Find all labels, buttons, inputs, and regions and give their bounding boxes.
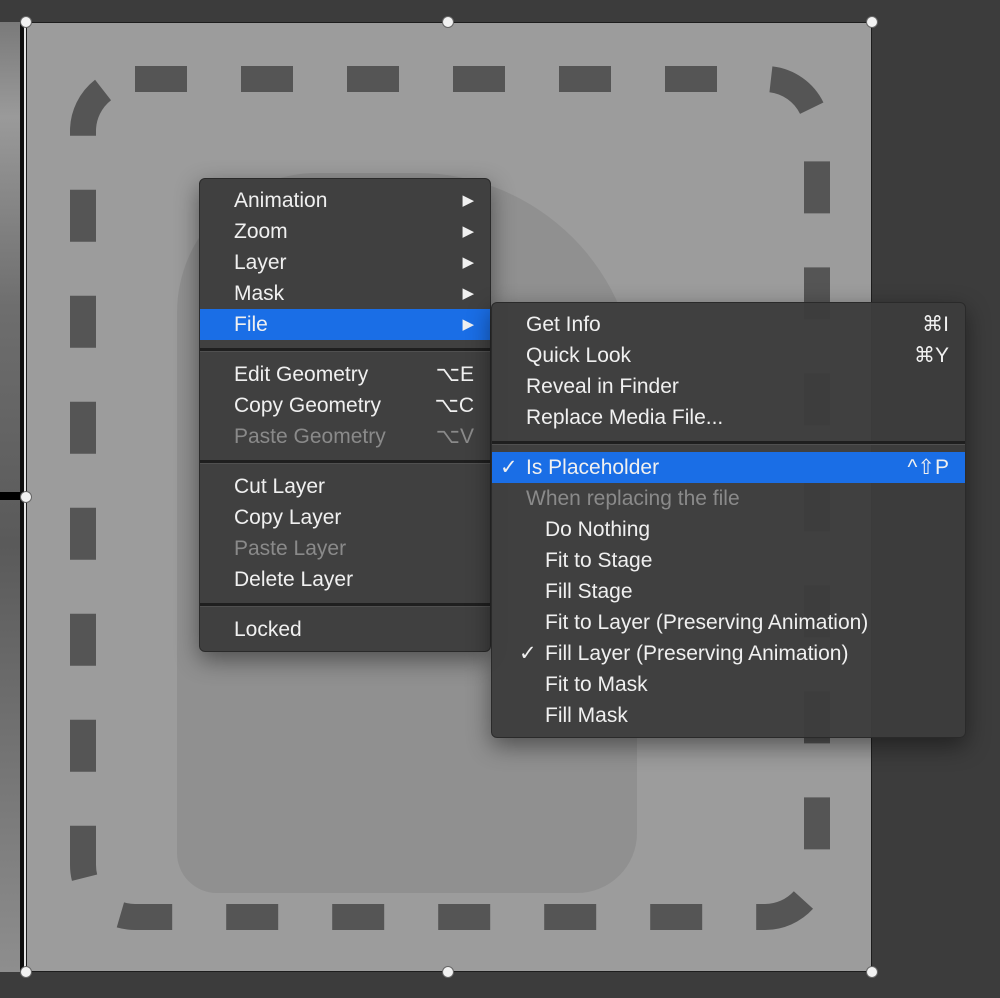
menu-item-layer[interactable]: Layer ▶	[200, 247, 490, 278]
submenu-section-header: When replacing the file	[492, 483, 965, 514]
menu-item-animation[interactable]: Animation ▶	[200, 185, 490, 216]
section-header-label: When replacing the file	[526, 487, 740, 510]
menu-item-paste-layer: Paste Layer	[200, 533, 490, 564]
submenu-item-quick-look[interactable]: Quick Look ⌘Y	[492, 340, 965, 371]
menu-item-label: Copy Geometry	[234, 394, 382, 417]
submenu-item-fit-to-stage[interactable]: Fit to Stage	[492, 545, 965, 576]
submenu-item-reveal-in-finder[interactable]: Reveal in Finder	[492, 371, 965, 402]
submenu-arrow-icon: ▶	[462, 316, 474, 333]
menu-item-label: Mask	[234, 282, 285, 305]
menu-separator	[200, 460, 490, 464]
resize-handle-top-center[interactable]	[442, 16, 454, 28]
menu-item-locked[interactable]: Locked	[200, 614, 490, 645]
menu-item-cut-layer[interactable]: Cut Layer	[200, 471, 490, 502]
resize-handle-middle-left[interactable]	[20, 491, 32, 503]
menu-item-label: Fit to Mask	[545, 673, 648, 696]
submenu-item-fit-to-layer[interactable]: Fit to Layer (Preserving Animation)	[492, 607, 965, 638]
submenu-arrow-icon: ▶	[462, 223, 474, 240]
resize-handle-bottom-left[interactable]	[20, 966, 32, 978]
menu-item-label: Paste Layer	[234, 537, 347, 560]
shortcut-label: ⌥E	[435, 363, 474, 386]
menu-item-label: Paste Geometry	[234, 425, 386, 448]
menu-item-label: Reveal in Finder	[526, 375, 679, 398]
submenu-arrow-icon: ▶	[462, 254, 474, 271]
menu-item-label: Quick Look	[526, 344, 632, 367]
menu-item-copy-layer[interactable]: Copy Layer	[200, 502, 490, 533]
menu-item-label: Copy Layer	[234, 506, 342, 529]
submenu-arrow-icon: ▶	[462, 285, 474, 302]
resize-handle-bottom-right[interactable]	[866, 966, 878, 978]
menu-item-label: Zoom	[234, 220, 288, 243]
menu-separator	[492, 441, 965, 445]
menu-separator	[200, 603, 490, 607]
menu-item-delete-layer[interactable]: Delete Layer	[200, 564, 490, 595]
shortcut-label: ⌥C	[434, 394, 474, 417]
submenu-item-fit-to-mask[interactable]: Fit to Mask	[492, 669, 965, 700]
file-submenu: Get Info ⌘I Quick Look ⌘Y Reveal in Find…	[491, 302, 966, 738]
resize-handle-top-left[interactable]	[20, 16, 32, 28]
menu-item-label: Replace Media File...	[526, 406, 724, 429]
shortcut-label: ⌥V	[435, 425, 474, 448]
menu-item-label: Layer	[234, 251, 287, 274]
menu-item-label: Delete Layer	[234, 568, 354, 591]
submenu-arrow-icon: ▶	[462, 192, 474, 209]
submenu-item-is-placeholder[interactable]: ✓ Is Placeholder ^⇧P	[492, 452, 965, 483]
submenu-item-fill-mask[interactable]: Fill Mask	[492, 700, 965, 731]
shortcut-label: ⌘Y	[913, 344, 949, 367]
menu-item-copy-geometry[interactable]: Copy Geometry ⌥C	[200, 390, 490, 421]
resize-handle-top-right[interactable]	[866, 16, 878, 28]
menu-item-label: Animation	[234, 189, 328, 212]
shortcut-label: ^⇧P	[907, 456, 949, 479]
menu-item-label: Locked	[234, 618, 302, 641]
menu-item-paste-geometry: Paste Geometry ⌥V	[200, 421, 490, 452]
menu-item-label: Do Nothing	[545, 518, 651, 541]
menu-item-label: Cut Layer	[234, 475, 326, 498]
submenu-item-do-nothing[interactable]: Do Nothing	[492, 514, 965, 545]
menu-item-label: Edit Geometry	[234, 363, 369, 386]
menu-item-mask[interactable]: Mask ▶	[200, 278, 490, 309]
submenu-item-get-info[interactable]: Get Info ⌘I	[492, 309, 965, 340]
submenu-item-fill-layer[interactable]: ✓ Fill Layer (Preserving Animation)	[492, 638, 965, 669]
menu-item-label: Fill Mask	[545, 704, 628, 727]
submenu-item-replace-media-file[interactable]: Replace Media File...	[492, 402, 965, 433]
menu-item-label: Is Placeholder	[526, 456, 660, 479]
checkmark-icon: ✓	[500, 456, 518, 479]
resize-handle-bottom-center[interactable]	[442, 966, 454, 978]
submenu-item-fill-stage[interactable]: Fill Stage	[492, 576, 965, 607]
menu-item-label: Fit to Layer (Preserving Animation)	[545, 611, 869, 634]
menu-separator	[200, 348, 490, 352]
menu-item-label: Fit to Stage	[545, 549, 653, 572]
menu-item-file[interactable]: File ▶	[200, 309, 490, 340]
menu-item-zoom[interactable]: Zoom ▶	[200, 216, 490, 247]
menu-item-label: Fill Stage	[545, 580, 633, 603]
menu-item-label: Get Info	[526, 313, 601, 336]
checkmark-icon: ✓	[519, 642, 537, 665]
menu-item-label: Fill Layer (Preserving Animation)	[545, 642, 849, 665]
menu-item-label: File	[234, 313, 268, 336]
shortcut-label: ⌘I	[922, 313, 949, 336]
context-menu: Animation ▶ Zoom ▶ Layer ▶ Mask ▶ File ▶…	[199, 178, 491, 652]
menu-item-edit-geometry[interactable]: Edit Geometry ⌥E	[200, 359, 490, 390]
